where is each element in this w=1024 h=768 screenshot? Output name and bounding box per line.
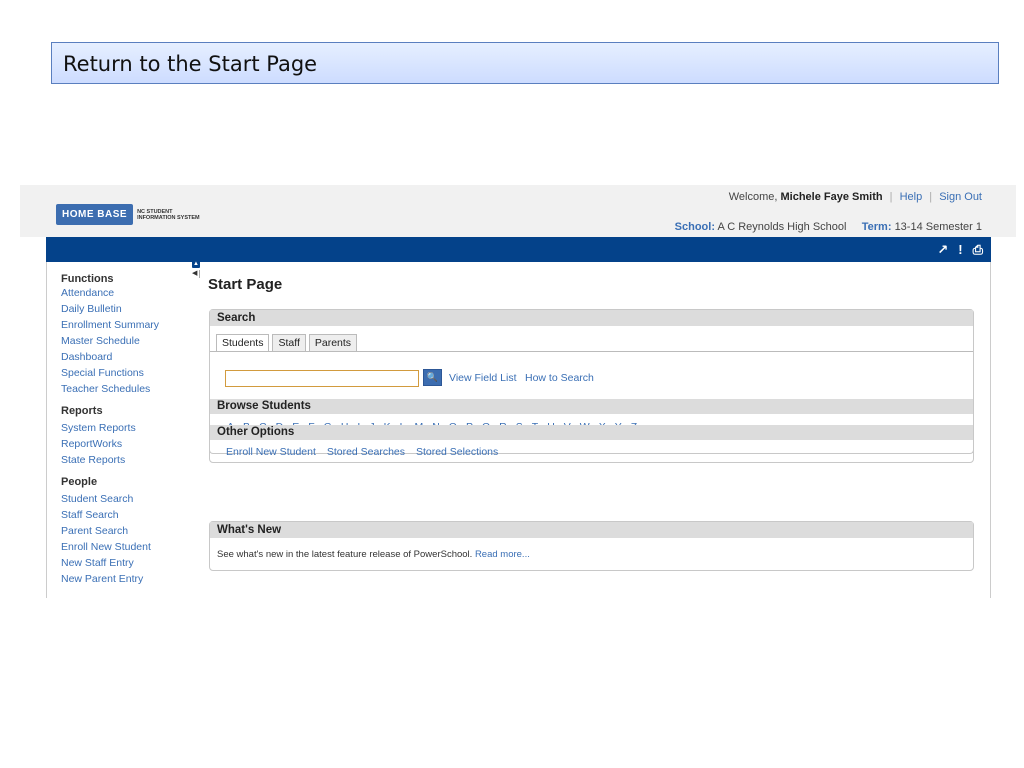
whats-new-heading: What's New (210, 522, 973, 538)
powerschool-window: HOME BASE NC STUDENT INFORMATION SYSTEM … (20, 185, 1016, 598)
sidebar-item-new-parent-entry[interactable]: New Parent Entry (61, 571, 217, 587)
tab-staff[interactable]: Staff (272, 334, 306, 352)
other-options-heading: Other Options (210, 425, 973, 440)
sidebar-item-daily-bulletin[interactable]: Daily Bulletin (61, 301, 217, 317)
sidebar: Functions Attendance Daily Bulletin Enro… (46, 262, 216, 598)
other-options-links: Enroll New Student Stored Searches Store… (226, 446, 506, 458)
search-icon: 🔍 (426, 372, 439, 382)
stored-searches-link[interactable]: Stored Searches (327, 446, 405, 458)
alert-icon[interactable]: ! (958, 242, 962, 258)
read-more-link[interactable]: Read more... (475, 549, 530, 560)
separator: | (929, 191, 933, 203)
separator: | (889, 191, 893, 203)
collapse-up-icon[interactable]: ▲ (192, 260, 200, 268)
whats-new-text: See what's new in the latest feature rel… (217, 549, 530, 560)
school-label: School: (674, 221, 715, 233)
logo-badge: HOME BASE (56, 204, 134, 225)
tab-students[interactable]: Students (216, 334, 270, 352)
sidebar-collapse-toggle[interactable]: ▲ ◀ (192, 260, 200, 282)
whats-new-panel: What's New See what's new in the latest … (209, 521, 974, 571)
sidebar-item-teacher-schedules[interactable]: Teacher Schedules (61, 381, 217, 397)
collapse-left-icon[interactable]: ◀ (192, 270, 200, 278)
term-label: Term: (861, 221, 892, 233)
help-link[interactable]: Help (900, 191, 923, 203)
home-base-logo[interactable]: HOME BASE NC STUDENT INFORMATION SYSTEM (56, 204, 200, 225)
school-value[interactable]: A C Reynolds High School (717, 221, 846, 233)
welcome-bar: Welcome, Michele Faye Smith | Help | Sig… (729, 191, 982, 203)
sidebar-item-state-reports[interactable]: State Reports (61, 452, 217, 468)
sidebar-item-new-staff-entry[interactable]: New Staff Entry (61, 555, 217, 571)
logo-caption-line-2: INFORMATION SYSTEM (137, 214, 200, 221)
page-title: Start Page (208, 276, 283, 293)
sidebar-item-system-reports[interactable]: System Reports (61, 420, 217, 436)
top-header: HOME BASE NC STUDENT INFORMATION SYSTEM … (20, 185, 1016, 237)
student-search-input[interactable] (225, 370, 419, 387)
how-to-search-link[interactable]: How to Search (525, 372, 594, 384)
user-name: Michele Faye Smith (780, 191, 883, 203)
sidebar-item-master-schedule[interactable]: Master Schedule (61, 333, 217, 349)
sidebar-item-enroll-new-student[interactable]: Enroll New Student (61, 539, 217, 555)
logo-caption: NC STUDENT INFORMATION SYSTEM (137, 209, 200, 221)
whats-new-message: See what's new in the latest feature rel… (217, 549, 473, 560)
search-button[interactable]: 🔍 (423, 369, 442, 386)
main-content: Start Page Search Students Staff Parents… (200, 262, 991, 598)
print-icon[interactable]: ⎙ (973, 242, 983, 258)
external-link-icon[interactable]: ↗ (937, 242, 948, 258)
search-tabs: Students Staff Parents (216, 334, 358, 352)
toolbar-icons: ↗ ! ⎙ (937, 242, 983, 258)
view-field-list-link[interactable]: View Field List (449, 372, 517, 384)
sidebar-item-special-functions[interactable]: Special Functions (61, 365, 217, 381)
other-options-panel: Other Options Enroll New Student Stored … (209, 425, 974, 458)
tab-parents[interactable]: Parents (308, 334, 358, 352)
sidebar-item-enrollment-summary[interactable]: Enrollment Summary (61, 317, 217, 333)
sidebar-item-parent-search[interactable]: Parent Search (61, 523, 217, 539)
sidebar-item-reportworks[interactable]: ReportWorks (61, 436, 217, 452)
sidebar-item-dashboard[interactable]: Dashboard (61, 349, 217, 365)
stored-selections-link[interactable]: Stored Selections (416, 446, 498, 458)
sign-out-link[interactable]: Sign Out (939, 191, 982, 203)
return-to-start-page-button[interactable]: Return to the Start Page (51, 42, 999, 84)
enroll-new-student-link[interactable]: Enroll New Student (226, 446, 316, 458)
tab-divider (210, 351, 973, 352)
sidebar-item-attendance[interactable]: Attendance (61, 285, 217, 301)
nav-bar: ↗ ! ⎙ (46, 237, 991, 262)
sidebar-heading-people: People (61, 476, 98, 488)
sidebar-item-staff-search[interactable]: Staff Search (61, 507, 217, 523)
school-term-bar: School: A C Reynolds High School Term: 1… (675, 221, 982, 233)
sidebar-item-student-search[interactable]: Student Search (61, 491, 217, 507)
search-heading: Search (210, 310, 973, 326)
browse-students-heading: Browse Students (210, 399, 973, 414)
welcome-prefix: Welcome, (728, 191, 778, 203)
term-value[interactable]: 13-14 Semester 1 (895, 221, 982, 233)
sidebar-heading-reports: Reports (61, 405, 103, 417)
